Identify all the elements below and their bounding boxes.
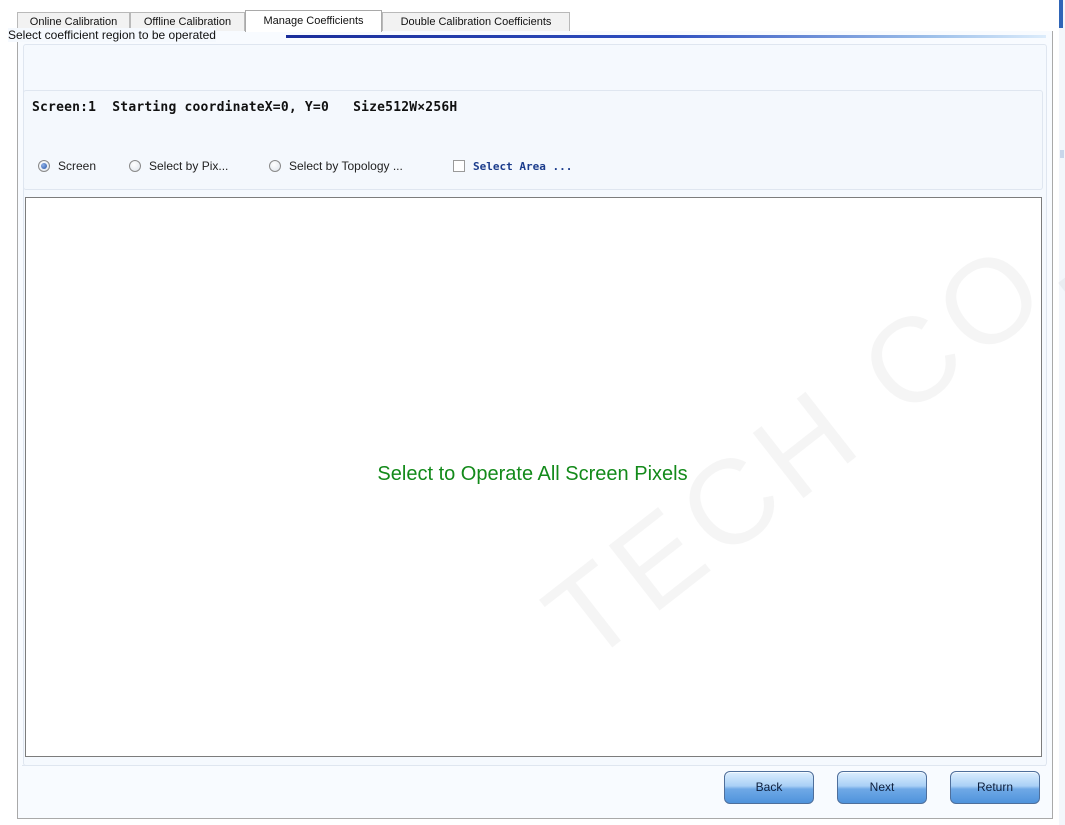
option-select-by-pixel-label: Select by Pix...: [149, 159, 229, 173]
select-by-pixel-radio[interactable]: [129, 160, 141, 172]
screen-info-text: Screen:1 Starting coordinateX=0, Y=0 Siz…: [32, 100, 458, 115]
group-title-rule: [286, 35, 1046, 38]
option-screen-label: Screen: [58, 159, 97, 173]
option-select-by-topology[interactable]: Select by Topology ...: [269, 157, 403, 175]
back-button[interactable]: Back: [724, 771, 814, 804]
next-button[interactable]: Next: [837, 771, 927, 804]
window-accent-strip: [1059, 0, 1063, 28]
footer-divider: [22, 765, 1046, 766]
return-button[interactable]: Return: [950, 771, 1040, 804]
option-select-by-pixel[interactable]: Select by Pix...: [129, 157, 228, 175]
option-screen[interactable]: Screen: [38, 157, 96, 175]
group-title: Select coefficient region to be operated: [8, 28, 216, 42]
select-area-label: Select Area ...: [473, 159, 573, 173]
option-select-by-topology-label: Select by Topology ...: [289, 159, 403, 173]
option-select-area[interactable]: Select Area ...: [453, 157, 572, 175]
select-area-checkbox[interactable]: [453, 160, 465, 172]
select-by-topology-radio[interactable]: [269, 160, 281, 172]
window-edge-tick: [1060, 150, 1064, 158]
window-right-edge: [1059, 0, 1065, 825]
tab-manage-coefficients[interactable]: Manage Coefficients: [245, 10, 382, 32]
tab-double-calibration-coefficients[interactable]: Double Calibration Coefficients: [382, 12, 570, 31]
screen-radio[interactable]: [38, 160, 50, 172]
canvas-message: Select to Operate All Screen Pixels: [377, 463, 688, 485]
